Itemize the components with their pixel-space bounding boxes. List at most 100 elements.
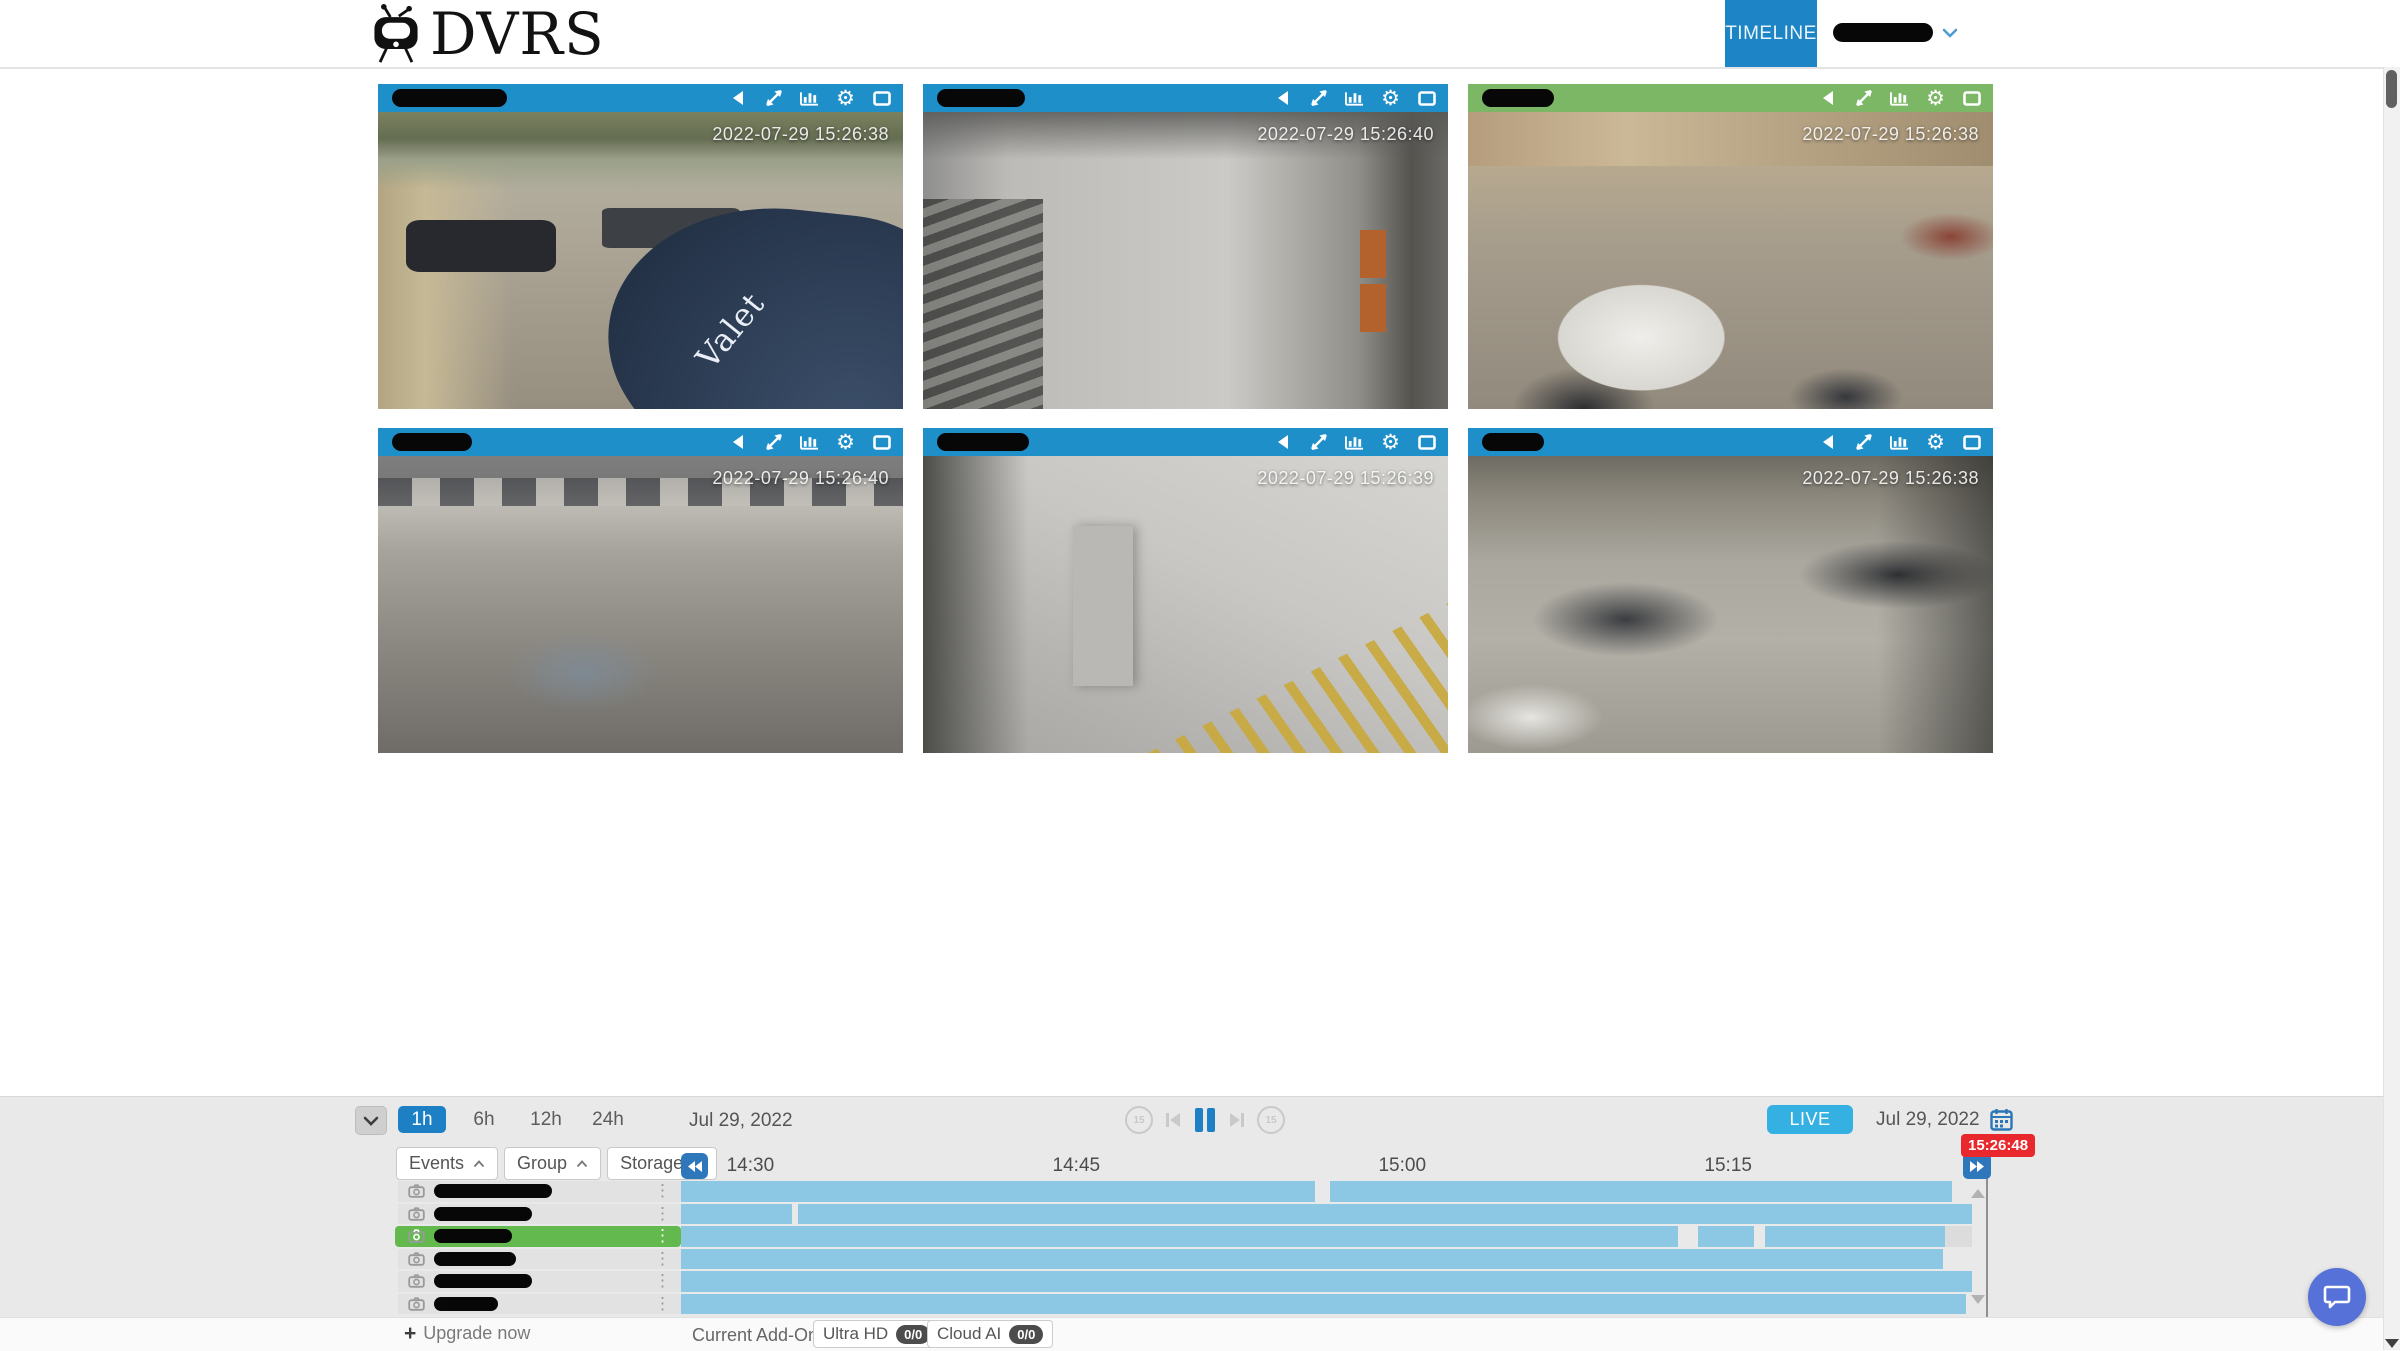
camera-name-redacted: [1482, 89, 1554, 107]
skip-next-icon[interactable]: [1229, 1111, 1245, 1129]
tab-timeline[interactable]: TIMELINE: [1725, 0, 1817, 67]
camera-icon: [408, 1274, 425, 1288]
addon-ultra-hd[interactable]: Ultra HD 0/0: [813, 1320, 940, 1348]
recording-track[interactable]: [681, 1226, 1990, 1247]
fullscreen-icon[interactable]: [764, 433, 783, 452]
popout-icon[interactable]: [1962, 89, 1981, 108]
kebab-menu-icon[interactable]: ⋮: [654, 1229, 671, 1243]
kebab-menu-icon[interactable]: ⋮: [654, 1252, 671, 1266]
collapse-panel-button[interactable]: [355, 1106, 387, 1135]
camera-list-item[interactable]: ⋮: [398, 1204, 681, 1225]
recording-track[interactable]: [681, 1249, 1990, 1270]
recording-track[interactable]: [681, 1181, 1990, 1202]
settings-icon[interactable]: ⚙: [836, 89, 855, 108]
kebab-menu-icon[interactable]: ⋮: [654, 1274, 671, 1288]
fullscreen-icon[interactable]: [1854, 89, 1873, 108]
range-1h-button[interactable]: 1h: [398, 1106, 446, 1133]
chat-widget-button[interactable]: [2308, 1268, 2366, 1326]
camera-video[interactable]: 2022-07-29 15:26:38: [1468, 456, 1993, 753]
timeline-date: Jul 29, 2022: [689, 1110, 793, 1132]
settings-icon[interactable]: ⚙: [1381, 89, 1400, 108]
camera-list-item[interactable]: ⋮: [398, 1294, 681, 1315]
camera-list-item[interactable]: ⋮: [398, 1249, 681, 1270]
scroll-down-icon[interactable]: [1971, 1295, 1985, 1304]
addon-count-badge: 0/0: [1009, 1325, 1043, 1344]
stats-icon[interactable]: [800, 89, 819, 108]
volume-icon[interactable]: [1818, 433, 1837, 452]
camera-video[interactable]: 2022-07-29 15:26:38 Valet: [378, 112, 903, 409]
popout-icon[interactable]: [872, 433, 891, 452]
camera-name-redacted: [434, 1229, 512, 1243]
settings-icon[interactable]: ⚙: [1926, 433, 1945, 452]
scrollbar-thumb[interactable]: [2386, 70, 2397, 108]
stats-icon[interactable]: [1890, 89, 1909, 108]
addon-cloud-ai[interactable]: Cloud AI 0/0: [927, 1320, 1053, 1348]
popout-icon[interactable]: [1417, 89, 1436, 108]
fullscreen-icon[interactable]: [1854, 433, 1873, 452]
current-time-badge: 15:26:48: [1961, 1134, 2035, 1157]
page-scrollbar[interactable]: [2383, 67, 2400, 1350]
fullscreen-icon[interactable]: [1309, 89, 1328, 108]
fullscreen-icon[interactable]: [1309, 433, 1328, 452]
kebab-menu-icon[interactable]: ⋮: [654, 1207, 671, 1221]
camera-list-item[interactable]: ⋮: [398, 1271, 681, 1292]
popout-icon[interactable]: [872, 89, 891, 108]
group-filter-button[interactable]: Group: [504, 1147, 601, 1180]
popout-icon[interactable]: [1417, 433, 1436, 452]
video-timestamp: 2022-07-29 15:26:40: [1257, 124, 1434, 145]
axis-tick: 14:45: [1053, 1155, 1101, 1177]
camera-video[interactable]: 2022-07-29 15:26:40: [378, 456, 903, 753]
scrollbar-down-arrow[interactable]: [2385, 1339, 2399, 1348]
settings-icon[interactable]: ⚙: [1381, 433, 1400, 452]
upgrade-link[interactable]: + Upgrade now: [404, 1323, 530, 1344]
kebab-menu-icon[interactable]: ⋮: [654, 1184, 671, 1198]
addons-label: Current Add-Ons:: [692, 1325, 832, 1346]
scroll-up-icon[interactable]: [1971, 1189, 1985, 1198]
forward-15s-button[interactable]: 15: [1257, 1106, 1285, 1134]
camera-name-redacted: [434, 1252, 516, 1266]
pause-icon[interactable]: [1193, 1107, 1217, 1133]
volume-icon[interactable]: [1273, 433, 1292, 452]
rewind-step-label: 15: [1133, 1115, 1144, 1126]
stats-icon[interactable]: [1345, 89, 1364, 108]
live-button[interactable]: LIVE: [1767, 1105, 1853, 1134]
fullscreen-icon[interactable]: [764, 89, 783, 108]
settings-icon[interactable]: ⚙: [1926, 89, 1945, 108]
settings-icon[interactable]: ⚙: [836, 433, 855, 452]
recording-track[interactable]: [681, 1294, 1990, 1315]
range-6h-button[interactable]: 6h: [460, 1106, 508, 1133]
kebab-menu-icon[interactable]: ⋮: [654, 1297, 671, 1311]
stats-icon[interactable]: [1345, 433, 1364, 452]
volume-icon[interactable]: [1818, 89, 1837, 108]
camera-video[interactable]: 2022-07-29 15:26:39: [923, 456, 1448, 753]
video-timestamp: 2022-07-29 15:26:38: [712, 124, 889, 145]
video-timestamp: 2022-07-29 15:26:39: [1257, 468, 1434, 489]
selected-date[interactable]: Jul 29, 2022: [1876, 1108, 2013, 1131]
camera-list-item[interactable]: ⋮: [398, 1181, 681, 1202]
stats-icon[interactable]: [1890, 433, 1909, 452]
range-12h-button[interactable]: 12h: [522, 1106, 570, 1133]
account-menu[interactable]: [1833, 23, 1958, 42]
rewind-15s-button[interactable]: 15: [1125, 1106, 1153, 1134]
recording-track[interactable]: [681, 1271, 1990, 1292]
camera-video[interactable]: 2022-07-29 15:26:40: [923, 112, 1448, 409]
camera-tile-header: ⚙: [1468, 428, 1993, 456]
camera-icon: [408, 1252, 425, 1266]
stats-icon[interactable]: [800, 433, 819, 452]
events-filter-button[interactable]: Events: [396, 1147, 498, 1180]
camera-video[interactable]: 2022-07-29 15:26:38: [1468, 112, 1993, 409]
range-24h-button[interactable]: 24h: [584, 1106, 632, 1133]
axis-tick: 15:15: [1704, 1155, 1752, 1177]
volume-icon[interactable]: [728, 89, 747, 108]
recording-track[interactable]: [681, 1204, 1990, 1225]
calendar-icon[interactable]: [1990, 1108, 2013, 1131]
volume-icon[interactable]: [728, 433, 747, 452]
addon-count-badge: 0/0: [896, 1325, 930, 1344]
caret-up-icon: [576, 1160, 588, 1168]
camera-name-redacted: [1482, 433, 1544, 451]
camera-list-item-selected[interactable]: ⋮: [395, 1226, 681, 1247]
popout-icon[interactable]: [1962, 433, 1981, 452]
video-timestamp: 2022-07-29 15:26:40: [712, 468, 889, 489]
skip-previous-icon[interactable]: [1165, 1111, 1181, 1129]
volume-icon[interactable]: [1273, 89, 1292, 108]
